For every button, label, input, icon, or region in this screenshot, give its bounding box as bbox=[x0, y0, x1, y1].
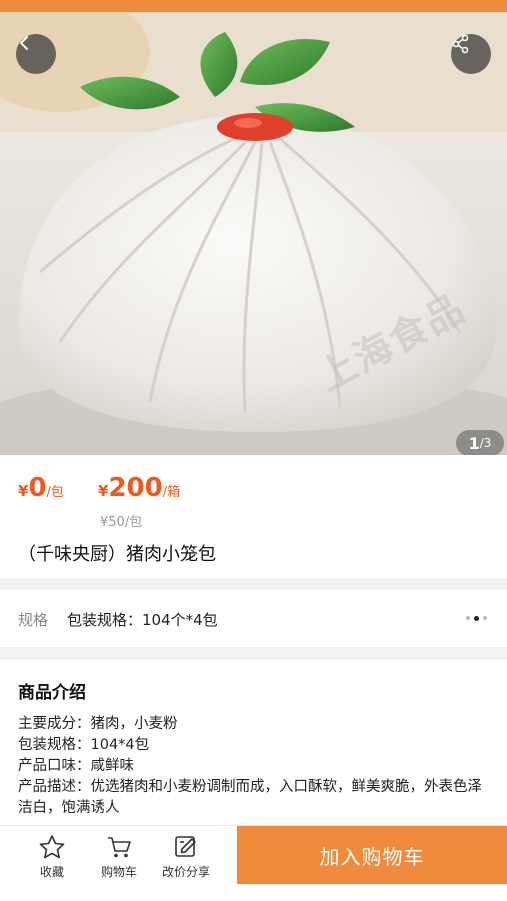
pack-price: ¥0/包 bbox=[18, 473, 64, 503]
pager-total: /3 bbox=[479, 436, 492, 450]
intro-heading: 商品介绍 bbox=[18, 683, 86, 703]
back-icon bbox=[20, 36, 28, 50]
cart-button[interactable]: 购物车 bbox=[89, 834, 149, 880]
back-button[interactable] bbox=[16, 34, 56, 74]
bottom-action-bar: 收藏 购物车 改价分享 加入购物车 bbox=[0, 825, 507, 901]
share-price-label: 改价分享 bbox=[161, 865, 210, 879]
favorite-label: 收藏 bbox=[39, 865, 64, 879]
edit-share-icon bbox=[175, 836, 196, 857]
section-divider bbox=[0, 647, 507, 660]
spec-label: 规格 bbox=[18, 611, 49, 629]
intro-packaging: 包装规格：104*4包 bbox=[18, 737, 150, 753]
product-intro: 商品介绍 主要成分：猪肉，小麦粉 包装规格：104*4包 产品口味：咸鲜味 产品… bbox=[0, 660, 507, 825]
product-image-gallery[interactable]: 上海食品 1/3 bbox=[0, 12, 507, 455]
intro-description: 产品描述：优选猪肉和小麦粉调制而成，入口酥软，鲜美爽脆，外表色泽洁白，饱满诱人 bbox=[18, 779, 482, 816]
intro-ingredients: 主要成分：猪肉，小麦粉 bbox=[18, 716, 178, 732]
per-pack-price: ¥50/包 bbox=[100, 515, 143, 530]
share-price-button[interactable]: 改价分享 bbox=[156, 834, 216, 880]
pager-current: 1 bbox=[468, 433, 480, 453]
favorite-button[interactable]: 收藏 bbox=[22, 834, 82, 880]
section-divider bbox=[0, 578, 507, 590]
spec-row[interactable]: 规格 包装规格：104个*4包 bbox=[0, 590, 507, 647]
top-accent-bar bbox=[0, 0, 507, 12]
star-icon bbox=[39, 835, 65, 859]
cart-label: 购物车 bbox=[100, 865, 137, 879]
add-to-cart-button[interactable]: 加入购物车 bbox=[237, 826, 507, 884]
intro-flavor: 产品口味：咸鲜味 bbox=[18, 758, 134, 774]
share-button[interactable] bbox=[451, 34, 491, 74]
product-photo bbox=[0, 12, 507, 455]
product-title: （千味央厨）猪肉小笼包 bbox=[18, 544, 216, 565]
gallery-pager: 1/3 bbox=[456, 430, 504, 455]
share-icon bbox=[452, 34, 469, 54]
price-section: ¥0/包 ¥200/箱 ¥50/包 （千味央厨）猪肉小笼包 bbox=[0, 455, 507, 580]
box-price: ¥200/箱 bbox=[98, 473, 181, 503]
more-options-icon[interactable] bbox=[466, 615, 487, 621]
cart-icon bbox=[108, 837, 131, 858]
spec-value: 包装规格：104个*4包 bbox=[67, 611, 218, 629]
